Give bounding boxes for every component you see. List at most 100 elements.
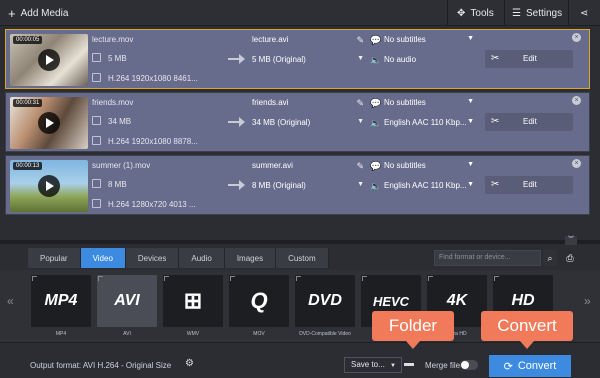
corner-marker bbox=[230, 276, 235, 281]
chevron-down-icon: ▼ bbox=[467, 118, 474, 125]
tab-video[interactable]: Video bbox=[80, 248, 126, 268]
scissors-icon: ✂ bbox=[491, 53, 500, 64]
format-tabs: Popular Video Devices Audio Images Custo… bbox=[28, 248, 329, 268]
video-info-icon bbox=[92, 136, 101, 145]
source-filename: lecture.mov bbox=[92, 35, 134, 44]
output-filename[interactable]: friends.avi bbox=[252, 98, 288, 107]
speaker-icon: 🔈 bbox=[370, 55, 382, 65]
edit-button[interactable]: ✂ Edit bbox=[485, 50, 573, 68]
plus-icon: + bbox=[8, 5, 16, 21]
corner-marker bbox=[98, 276, 103, 281]
speaker-icon: 🔈 bbox=[370, 118, 382, 128]
double-chevron-down-icon: ︾ bbox=[567, 237, 574, 243]
chevron-down-icon[interactable]: ▼ bbox=[357, 55, 364, 62]
tools-label: Tools bbox=[470, 7, 494, 19]
source-filename: friends.mov bbox=[92, 98, 134, 107]
source-codec-info: H.264 1920x1080 8461... bbox=[108, 74, 198, 83]
pencil-icon[interactable]: ✎ bbox=[356, 98, 364, 109]
subtitles-value: No subtitles bbox=[384, 35, 426, 44]
close-icon[interactable]: × bbox=[572, 33, 581, 42]
speaker-icon: 🔈 bbox=[370, 181, 382, 191]
file-list: 00:00:05 lecture.mov 5 MB H.264 1920x108… bbox=[0, 26, 600, 240]
arrow-right-icon bbox=[228, 54, 246, 64]
timecode: 00:00:31 bbox=[13, 99, 43, 107]
edit-button[interactable]: ✂ Edit bbox=[485, 176, 573, 194]
format-logo: HD bbox=[511, 292, 535, 309]
output-size-dropdown[interactable]: 8 MB (Original) bbox=[252, 181, 306, 190]
format-item-avi[interactable]: AVI AVI bbox=[97, 275, 157, 337]
merge-files-toggle[interactable] bbox=[460, 360, 478, 370]
edit-label: Edit bbox=[523, 180, 537, 189]
file-row[interactable]: 00:00:05 lecture.mov 5 MB H.264 1920x108… bbox=[5, 29, 590, 89]
file-row[interactable]: 00:00:31 friends.mov 34 MB H.264 1920x10… bbox=[5, 92, 590, 152]
format-caption: DVD-Compatible Video bbox=[299, 331, 351, 337]
output-size-dropdown[interactable]: 34 MB (Original) bbox=[252, 118, 310, 127]
format-item-mov[interactable]: Q MOV bbox=[229, 275, 289, 337]
output-filename[interactable]: lecture.avi bbox=[252, 35, 288, 44]
settings-button[interactable]: ☰ Settings bbox=[512, 0, 562, 26]
corner-marker bbox=[296, 276, 301, 281]
format-item-mp4[interactable]: MP4 MP4 bbox=[31, 275, 91, 337]
chevron-down-icon[interactable]: ▼ bbox=[357, 181, 364, 188]
audio-value: English AAC 110 Kbp... bbox=[384, 181, 467, 190]
format-logo: DVD bbox=[308, 292, 342, 309]
play-icon[interactable] bbox=[38, 49, 60, 71]
pencil-icon[interactable]: ✎ bbox=[356, 35, 364, 46]
chevron-down-icon: ▼ bbox=[390, 363, 396, 369]
output-format-label: Output format: AVI H.264 - Original Size bbox=[30, 361, 172, 370]
add-media-button[interactable]: + Add Media bbox=[8, 0, 68, 26]
share-button[interactable]: ⋖ bbox=[580, 0, 588, 26]
collapse-panel-button[interactable]: ︾ bbox=[565, 236, 577, 245]
play-icon[interactable] bbox=[38, 112, 60, 134]
video-thumbnail[interactable]: 00:00:13 bbox=[10, 160, 88, 212]
source-filename: summer (1).mov bbox=[92, 161, 151, 170]
chevron-down-icon[interactable]: ▼ bbox=[357, 118, 364, 125]
format-caption: AVI bbox=[123, 331, 131, 337]
tab-popular[interactable]: Popular bbox=[28, 248, 81, 268]
tools-button[interactable]: ✥ Tools bbox=[457, 0, 494, 26]
video-thumbnail[interactable]: 00:00:05 bbox=[10, 34, 88, 86]
pencil-icon[interactable]: ✎ bbox=[356, 161, 364, 172]
add-media-label: Add Media bbox=[20, 7, 69, 19]
format-logo: AVI bbox=[114, 292, 140, 309]
close-icon[interactable]: × bbox=[572, 159, 581, 168]
source-codec-info: H.264 1920x1080 8878... bbox=[108, 137, 198, 146]
corner-marker bbox=[164, 276, 169, 281]
arrow-right-icon bbox=[228, 117, 246, 127]
gear-icon[interactable]: ⚙ bbox=[185, 358, 194, 369]
scroll-left-icon[interactable]: « bbox=[7, 294, 14, 308]
file-row[interactable]: 00:00:13 summer (1).mov 8 MB H.264 1280x… bbox=[5, 155, 590, 215]
corner-marker bbox=[32, 276, 37, 281]
video-thumbnail[interactable]: 00:00:31 bbox=[10, 97, 88, 149]
convert-button[interactable]: ⟳ Convert bbox=[489, 355, 571, 377]
panel-divider bbox=[0, 240, 600, 244]
convert-icon: ⟳ bbox=[503, 360, 513, 373]
tab-devices[interactable]: Devices bbox=[125, 248, 180, 268]
tab-custom[interactable]: Custom bbox=[276, 248, 329, 268]
close-icon[interactable]: × bbox=[572, 96, 581, 105]
format-item-wmv[interactable]: ⊞ WMV bbox=[163, 275, 223, 337]
format-search-input[interactable]: Find format or device... bbox=[434, 250, 541, 266]
scroll-right-icon[interactable]: » bbox=[584, 294, 591, 308]
subtitles-icon: 💬 bbox=[370, 35, 382, 45]
output-filename[interactable]: summer.avi bbox=[252, 161, 293, 170]
subtitles-icon: 💬 bbox=[370, 161, 382, 171]
tab-images[interactable]: Images bbox=[224, 248, 277, 268]
format-item-dvd[interactable]: DVD DVD-Compatible Video bbox=[295, 275, 355, 337]
output-size-dropdown[interactable]: 5 MB (Original) bbox=[252, 55, 306, 64]
convert-label: Convert bbox=[517, 360, 557, 372]
chevron-down-icon: ▼ bbox=[467, 98, 474, 105]
corner-marker bbox=[494, 276, 499, 281]
file-size-icon bbox=[92, 179, 101, 188]
search-icon[interactable]: ⌕ bbox=[543, 250, 557, 266]
play-icon[interactable] bbox=[38, 175, 60, 197]
tab-audio[interactable]: Audio bbox=[179, 248, 225, 268]
save-to-dropdown[interactable]: Save to... ▼ bbox=[344, 357, 402, 373]
folder-icon[interactable]: ▬ bbox=[404, 358, 414, 369]
format-caption: MOV bbox=[253, 331, 265, 337]
edit-button[interactable]: ✂ Edit bbox=[485, 113, 573, 131]
format-logo: HEVC bbox=[372, 293, 410, 309]
chevron-down-icon: ▼ bbox=[467, 181, 474, 188]
toolbar-divider bbox=[447, 0, 448, 26]
device-detect-icon[interactable]: ⎙ bbox=[563, 250, 577, 266]
